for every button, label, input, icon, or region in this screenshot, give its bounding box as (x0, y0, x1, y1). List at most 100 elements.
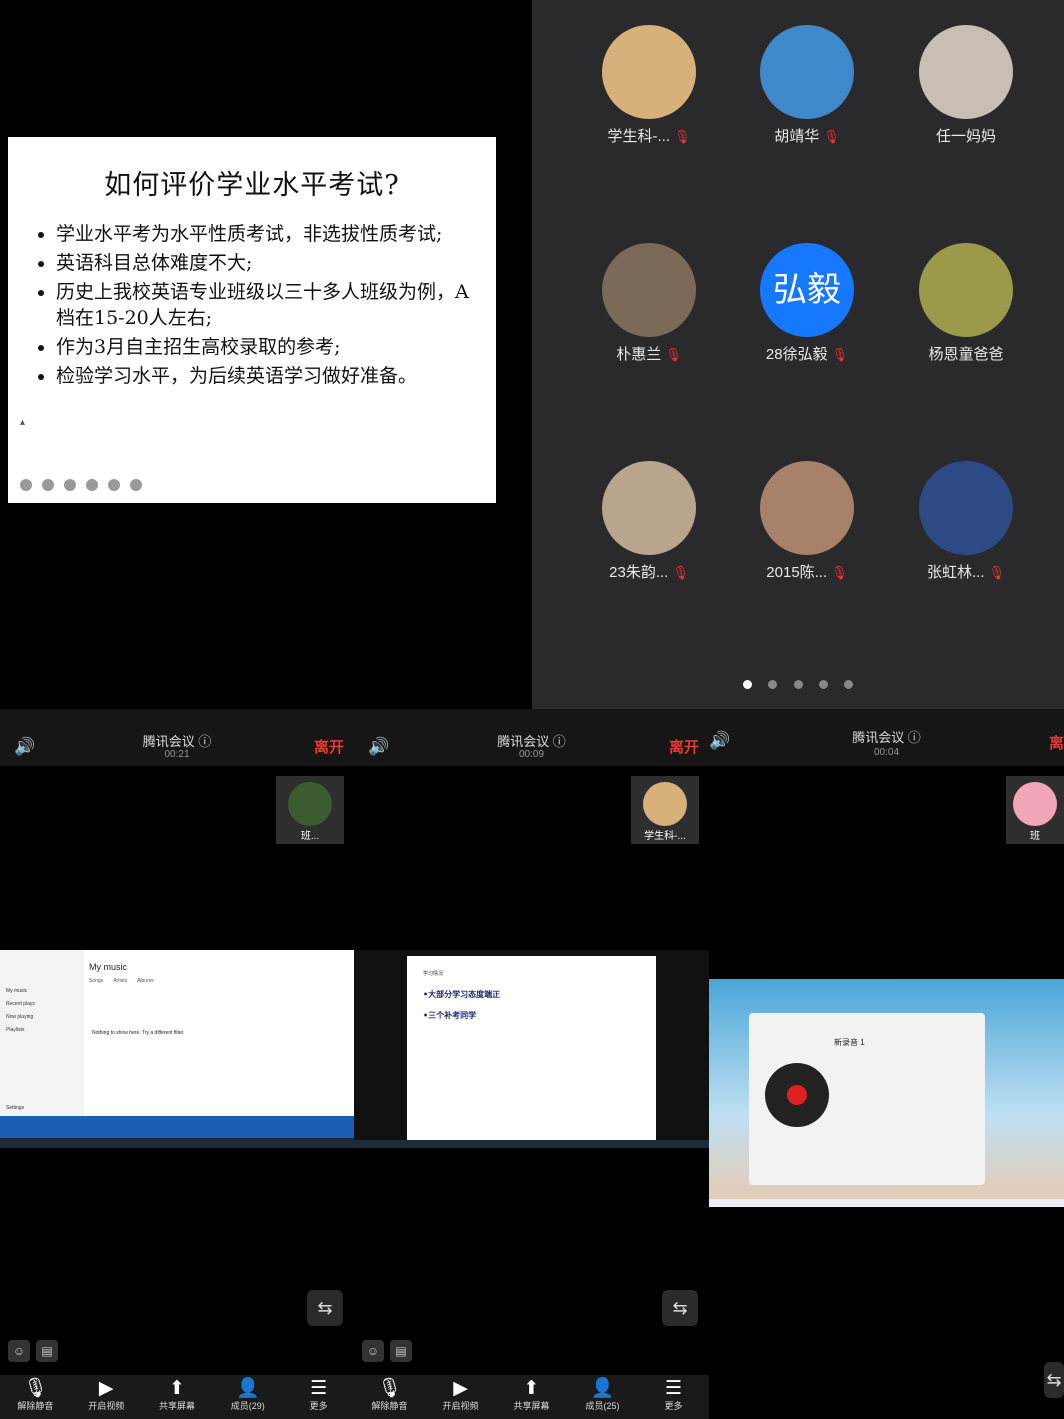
meeting-title[interactable]: 腾讯会议 ⓘ (354, 731, 709, 750)
meeting-timer: 00:09 (518, 749, 545, 760)
participant-tile[interactable]: 杨恩童爸爸 (886, 243, 1046, 364)
taskbar (709, 1199, 1064, 1207)
sidebar-item[interactable]: Playlists (6, 1027, 84, 1033)
participant-tile[interactable]: 2015陈... 🎙 (727, 461, 887, 582)
sidebar-item[interactable]: Settings (6, 1105, 84, 1111)
pip-name: 学生科-... (644, 831, 686, 842)
participant-tile[interactable]: 弘毅 28徐弘毅 🎙 (727, 243, 887, 364)
tab-songs[interactable]: Songs (89, 978, 103, 984)
recorder-window: 新录音 1 (749, 1013, 985, 1185)
participant-grid: 学生科-... 🎙 胡靖华 🎙 任一妈妈 朴惠兰 🎙 弘毅 28徐弘毅 🎙 杨恩童爸爸 23朱韵...… (532, 0, 1064, 709)
participant-tile[interactable]: 23朱韵... 🎙 (569, 461, 729, 582)
reaction-buttons: ☺ ▤ (8, 1340, 58, 1362)
reaction-buttons: ☺ ▤ (362, 1340, 412, 1362)
mic-muted-icon: 🎙 (831, 565, 848, 580)
page-dot[interactable] (818, 680, 828, 689)
share-screen-icon: ⬆ (169, 1378, 185, 1399)
rotate-screen-icon[interactable]: ⇆ (662, 1290, 698, 1326)
participant-name: 23朱韵... 🎙 (609, 564, 689, 581)
shared-screen: 学习情况 •大部分学习态度端正 •三个补考同学 (354, 950, 709, 1148)
slide-bullet: 检验学习水平，为后续英语学习做好准备。 (56, 363, 476, 389)
slide-bullet: 作为3月自主招生高校录取的参考; (56, 334, 476, 360)
page-dot[interactable] (793, 680, 803, 689)
page-dot[interactable] (768, 680, 778, 689)
avatar (602, 25, 696, 119)
start-video-button[interactable]: ▶ 开启视频 (425, 1375, 496, 1419)
sidebar-item[interactable]: My music (6, 988, 84, 994)
slide-title: 如何评价学业水平考试? (104, 170, 400, 201)
emoji-icon[interactable]: ☺ (8, 1340, 30, 1362)
tab-artists[interactable]: Artists (113, 978, 127, 984)
more-button[interactable]: ☰ 更多 (638, 1375, 709, 1419)
avatar: 弘毅 (760, 243, 854, 337)
zoom-icon[interactable] (86, 479, 98, 491)
meeting-title[interactable]: 腾讯会议 ⓘ (709, 727, 1064, 746)
prev-slide-icon[interactable] (20, 479, 32, 491)
page-dot[interactable] (844, 680, 854, 689)
music-title: My music (89, 962, 127, 972)
more-options-icon[interactable] (130, 479, 142, 491)
participant-name: 胡靖华 🎙 (774, 128, 840, 145)
shared-screen: My music Recent plays Now playing Playli… (0, 950, 354, 1148)
rotate-screen-icon[interactable]: ⇆ (307, 1290, 343, 1326)
participant-tile[interactable]: 学生科-... 🎙 (569, 25, 729, 146)
self-video-thumbnail[interactable]: 班... (276, 776, 344, 844)
sidebar-item[interactable]: Recent plays (6, 1001, 84, 1007)
participant-tile[interactable]: 张虹林... 🎙 (886, 461, 1046, 582)
video-off-icon: ▶ (98, 1378, 114, 1399)
unmute-button[interactable]: 🎙 解除静音 (0, 1375, 71, 1419)
unmute-button[interactable]: 🎙 解除静音 (354, 1375, 425, 1419)
meeting-top-bar: 🔊 腾讯会议 ⓘ 00:04 离 (709, 709, 1064, 766)
avatar (643, 782, 687, 826)
slide-toolbar (20, 479, 142, 491)
taskbar (354, 1140, 709, 1148)
pen-icon[interactable] (64, 479, 76, 491)
meeting-panel-2: 🔊 腾讯会议 ⓘ 00:09 离开 学生科-... 学习情况 •大部分学习态度端… (354, 709, 709, 1419)
more-button[interactable]: ☰ 更多 (283, 1375, 354, 1419)
members-button[interactable]: 👤 成员(29) (212, 1375, 283, 1419)
shared-slide-line: •三个补考同学 (423, 1010, 477, 1020)
empty-message: Nothing to show here. Try a different fi… (92, 1030, 185, 1036)
mouse-cursor-icon: ▴ (20, 417, 26, 428)
page-indicator[interactable] (532, 676, 1064, 694)
shared-slide: 学习情况 •大部分学习态度端正 •三个补考同学 (407, 956, 656, 1142)
start-video-button[interactable]: ▶ 开启视频 (71, 1375, 142, 1419)
more-icon: ☰ (310, 1378, 328, 1399)
music-tabs: Songs Artists Albums (89, 978, 154, 984)
mic-muted-icon: 🎙 (988, 565, 1006, 580)
self-video-thumbnail[interactable]: 班 (1006, 776, 1064, 844)
share-screen-button[interactable]: ⬆ 共享屏幕 (496, 1375, 567, 1419)
rotate-screen-icon[interactable]: ⇆ (1044, 1362, 1064, 1398)
tab-albums[interactable]: Albums (137, 978, 154, 984)
slide-bullet: 学业水平考为水平性质考试，非选拔性质考试; (56, 221, 476, 247)
self-video-thumbnail[interactable]: 学生科-... (631, 776, 699, 844)
avatar (288, 782, 332, 826)
mic-muted-icon: 🎙 (673, 129, 691, 144)
meeting-timer: 00:04 (873, 747, 900, 758)
mic-muted-icon: 🎙 (823, 129, 840, 144)
members-button[interactable]: 👤 成员(25) (567, 1375, 638, 1419)
page-dot[interactable] (742, 680, 752, 689)
participant-name: 学生科-... 🎙 (607, 128, 691, 145)
chat-icon[interactable]: ▤ (36, 1340, 58, 1362)
mic-muted-icon: 🎙 (665, 347, 682, 362)
meeting-top-bar: 🔊 腾讯会议 ⓘ 00:21 离开 (0, 709, 354, 766)
participant-tile[interactable]: 任一妈妈 (886, 25, 1046, 146)
leave-button[interactable]: 离开 (669, 736, 699, 757)
meeting-title[interactable]: 腾讯会议 ⓘ (0, 731, 354, 750)
leave-button[interactable]: 离 (1049, 732, 1064, 753)
leave-button[interactable]: 离开 (314, 736, 344, 757)
share-screen-button[interactable]: ⬆ 共享屏幕 (142, 1375, 213, 1419)
emoji-icon[interactable]: ☺ (362, 1340, 384, 1362)
chat-icon[interactable]: ▤ (390, 1340, 412, 1362)
participant-tile[interactable]: 胡靖华 🎙 (727, 25, 887, 146)
camera-icon[interactable] (108, 479, 120, 491)
avatar (919, 25, 1013, 119)
mic-muted-icon: 🎙 (831, 347, 849, 362)
participant-tile[interactable]: 朴惠兰 🎙 (569, 243, 729, 364)
next-slide-icon[interactable] (42, 479, 54, 491)
record-disc-icon[interactable] (765, 1063, 829, 1127)
sidebar-item[interactable]: Now playing (6, 1014, 84, 1020)
participant-name: 2015陈... 🎙 (766, 564, 848, 581)
recording-title: 新录音 1 (834, 1038, 865, 1047)
